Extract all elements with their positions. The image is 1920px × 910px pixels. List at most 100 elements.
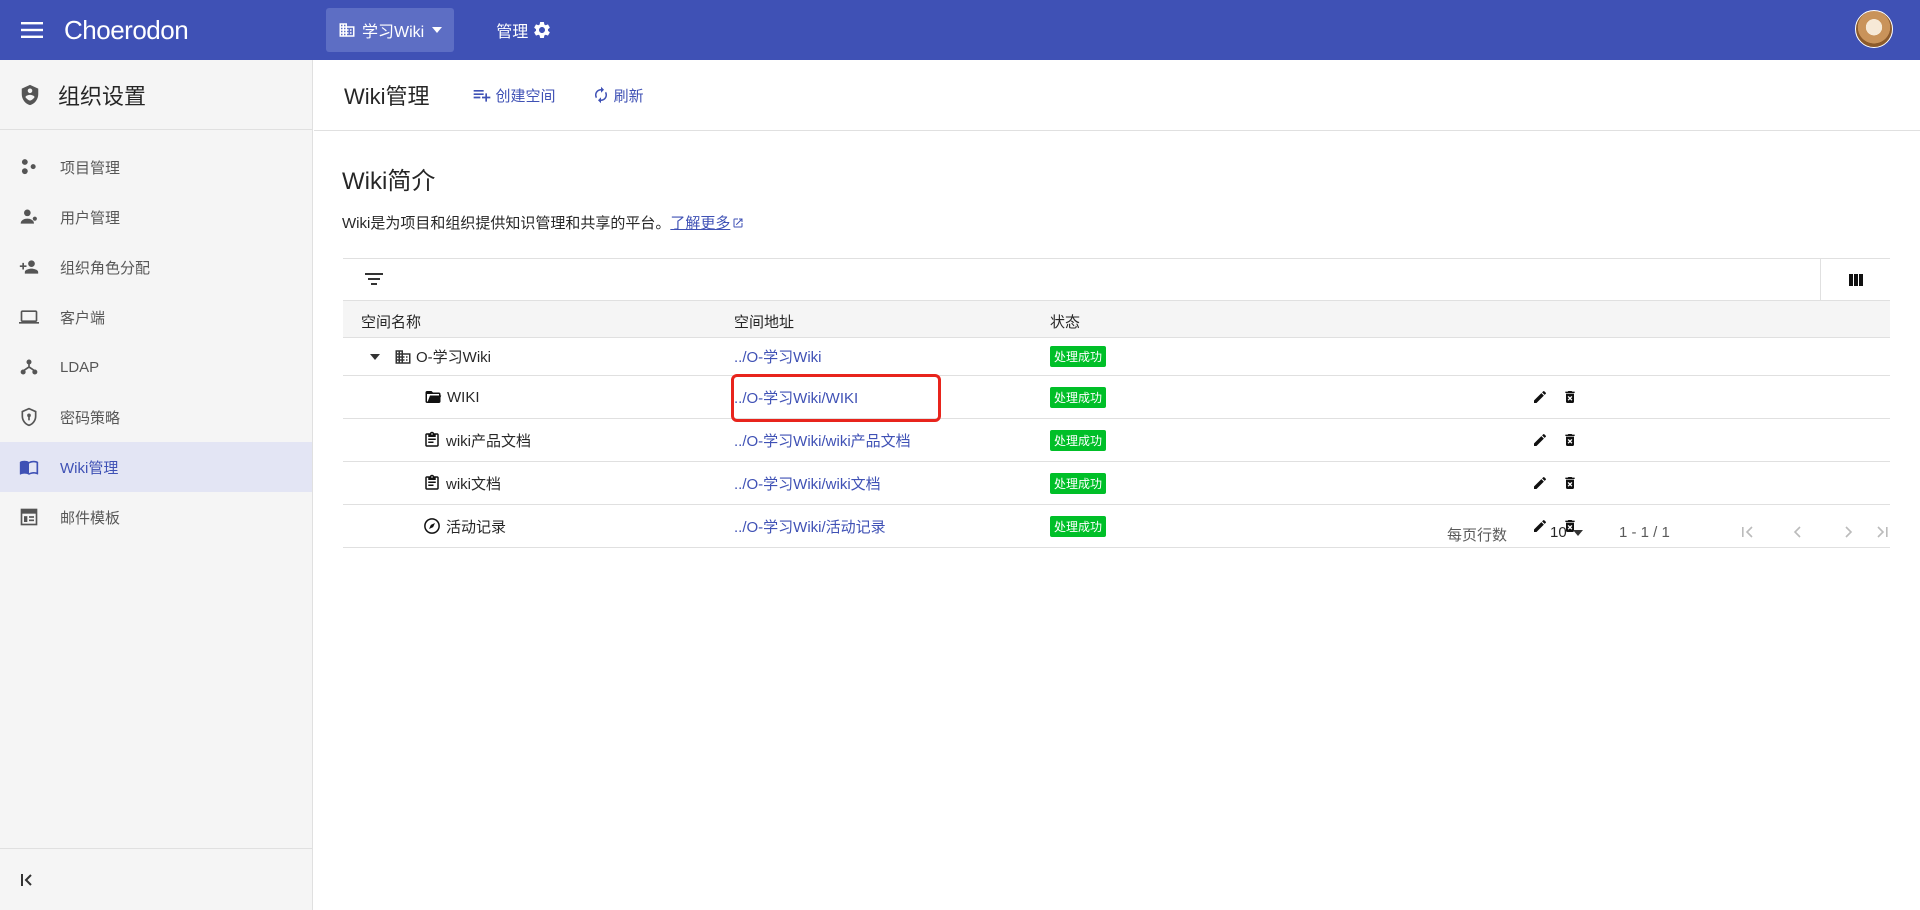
sidebar-item-label: 用户管理 — [60, 209, 121, 227]
space-name: wiki产品文档 — [446, 432, 531, 450]
sidebar-item-project[interactable]: 项目管理 — [0, 142, 312, 192]
column-settings-button[interactable] — [1820, 259, 1890, 300]
rows-per-page-label: 每页行数 — [1447, 527, 1508, 544]
delete-icon[interactable] — [1562, 389, 1578, 405]
sidebar-item-user[interactable]: 用户管理 — [0, 192, 312, 242]
menu-icon[interactable] — [0, 0, 64, 60]
space-address-link[interactable]: ../O-学习Wiki — [734, 338, 822, 375]
edit-icon[interactable] — [1532, 432, 1548, 448]
status-cell: 处理成功 — [1050, 376, 1107, 418]
org-selector[interactable]: 学习Wiki — [326, 8, 455, 52]
name-cell: wiki产品文档 — [423, 419, 531, 461]
intro-section: Wiki简介 Wiki是为项目和组织提供知识管理和共享的平台。了解更多 — [314, 131, 1920, 233]
filter-icon[interactable] — [365, 272, 383, 286]
table-header: 空间名称 空间地址 状态 — [343, 301, 1890, 338]
space-name: WIKI — [447, 388, 480, 406]
table-row: WIKI ../O-学习Wiki/WIKI 处理成功 — [343, 376, 1890, 419]
space-address-link[interactable]: ../O-学习Wiki/wiki文档 — [734, 462, 881, 504]
sidebar-item-password-policy[interactable]: 密码策略 — [0, 392, 312, 442]
status-badge: 处理成功 — [1050, 429, 1107, 451]
folder-open-icon — [425, 391, 442, 403]
name-cell: O-学习Wiki — [370, 338, 491, 375]
page-header: Wiki管理 创建空间 刷新 — [314, 60, 1920, 131]
sidebar-item-label: 密码策略 — [60, 409, 121, 427]
edit-icon[interactable] — [1532, 389, 1548, 405]
space-name: wiki文档 — [446, 475, 501, 493]
avatar[interactable] — [1855, 10, 1893, 48]
row-actions — [1532, 376, 1578, 418]
sidebar-menu: 项目管理 用户管理 组织角色分配 客户端 LDAP 密码策略 Wiki管理 邮件… — [0, 130, 312, 542]
status-badge: 处理成功 — [1050, 346, 1107, 367]
gear-icon — [534, 21, 551, 38]
status-cell: 处理成功 — [1050, 505, 1107, 547]
space-table: 空间名称 空间地址 状态 O-学习Wiki ../O-学习Wiki 处理成功 W… — [343, 258, 1890, 548]
shield-icon — [21, 407, 37, 427]
columns-icon — [1848, 273, 1863, 286]
status-cell: 处理成功 — [1050, 462, 1107, 504]
sidebar-item-label: 项目管理 — [60, 159, 121, 177]
sidebar-item-label: 组织角色分配 — [60, 259, 151, 277]
external-link-icon — [733, 218, 743, 228]
building-icon — [395, 349, 411, 364]
manage-button[interactable]: 管理 — [496, 18, 552, 42]
collapse-sidebar-button[interactable] — [0, 848, 313, 910]
row-actions — [1532, 419, 1578, 461]
project-icon — [21, 159, 36, 175]
refresh-button[interactable]: 刷新 — [592, 85, 644, 106]
column-header-name[interactable]: 空间名称 — [361, 311, 421, 332]
row-actions — [1532, 462, 1578, 504]
template-icon — [20, 508, 38, 526]
caret-down-icon[interactable] — [370, 353, 380, 360]
manage-label: 管理 — [496, 24, 529, 41]
status-cell: 处理成功 — [1050, 338, 1107, 375]
first-page-icon[interactable] — [1739, 522, 1757, 542]
space-name: 活动记录 — [446, 518, 507, 536]
sidebar-item-wiki[interactable]: Wiki管理 — [0, 442, 312, 492]
space-address-link[interactable]: ../O-学习Wiki/wiki产品文档 — [734, 419, 911, 461]
next-page-icon[interactable] — [1839, 522, 1857, 542]
laptop-icon — [19, 310, 39, 324]
sidebar-item-ldap[interactable]: LDAP — [0, 342, 312, 392]
page-range: 1 - 1 / 1 — [1619, 524, 1670, 541]
column-header-address[interactable]: 空间地址 — [734, 311, 794, 332]
building-icon — [339, 23, 355, 37]
sidebar-item-label: Wiki管理 — [60, 459, 119, 477]
caret-down-icon — [1572, 529, 1583, 536]
status-badge: 处理成功 — [1050, 472, 1107, 494]
table-row: wiki文档 ../O-学习Wiki/wiki文档 处理成功 — [343, 462, 1890, 505]
create-space-label: 创建空间 — [495, 87, 556, 105]
create-space-button[interactable]: 创建空间 — [472, 85, 556, 106]
delete-icon[interactable] — [1562, 432, 1578, 448]
name-cell: wiki文档 — [423, 462, 501, 504]
person-add-icon — [19, 260, 39, 274]
user-icon — [20, 209, 37, 224]
compass-icon — [424, 518, 440, 534]
main-content: Wiki管理 创建空间 刷新 Wiki简介 Wiki是为项目和组织提供知识管理和… — [314, 60, 1920, 910]
intro-description: Wiki是为项目和组织提供知识管理和共享的平台。了解更多 — [342, 212, 1920, 233]
sidebar-item-label: 客户端 — [60, 309, 106, 327]
sidebar-item-mail-template[interactable]: 邮件模板 — [0, 492, 312, 542]
sidebar-header: 组织设置 — [0, 60, 312, 130]
clipboard-icon — [425, 431, 439, 447]
column-header-status[interactable]: 状态 — [1050, 311, 1080, 332]
refresh-icon — [594, 86, 607, 104]
page-size-select[interactable]: 10 — [1550, 524, 1583, 541]
last-page-icon[interactable] — [1873, 522, 1891, 542]
space-address-link[interactable]: ../O-学习Wiki/活动记录 — [734, 505, 886, 547]
edit-icon[interactable] — [1532, 475, 1548, 491]
org-selector-label: 学习Wiki — [362, 24, 425, 41]
clipboard-icon — [425, 474, 439, 490]
sidebar-item-role[interactable]: 组织角色分配 — [0, 242, 312, 292]
learn-more-link[interactable]: 了解更多 — [670, 215, 744, 232]
playlist-add-icon — [473, 90, 490, 102]
caret-down-icon — [432, 27, 443, 33]
top-bar: Choerodon 学习Wiki 管理 — [0, 0, 1920, 60]
delete-icon[interactable] — [1562, 475, 1578, 491]
sidebar-item-client[interactable]: 客户端 — [0, 292, 312, 342]
table-toolbar — [343, 258, 1890, 301]
status-badge: 处理成功 — [1050, 386, 1107, 408]
sidebar-item-label: LDAP — [60, 358, 100, 376]
brand-logo[interactable]: Choerodon — [64, 15, 327, 46]
pagination: 每页行数 10 1 - 1 / 1 — [1290, 518, 1890, 548]
previous-page-icon[interactable] — [1789, 522, 1807, 542]
